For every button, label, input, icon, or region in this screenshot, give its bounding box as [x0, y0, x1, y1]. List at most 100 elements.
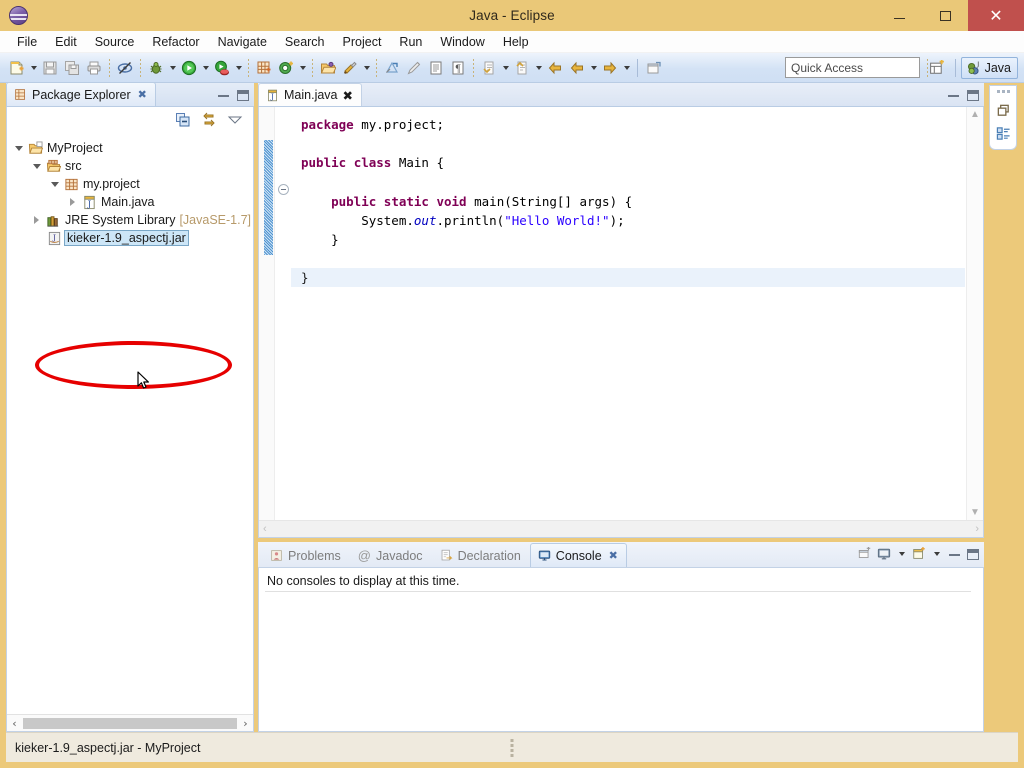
- external-tools-dropdown-arrow[interactable]: [361, 57, 372, 79]
- source-code[interactable]: package my.project; public class Main { …: [291, 107, 983, 537]
- tab-console[interactable]: Console ✖: [529, 543, 627, 567]
- new-class-dropdown-arrow[interactable]: [297, 57, 308, 79]
- status-bar-grip[interactable]: [510, 738, 514, 757]
- scroll-thumb[interactable]: [23, 717, 237, 729]
- menu-item-run[interactable]: Run: [390, 33, 431, 51]
- close-icon[interactable]: ✖: [609, 549, 618, 562]
- fast-view-grip[interactable]: [996, 90, 1010, 93]
- open-console-icon[interactable]: [858, 547, 872, 561]
- arrow-right-icon[interactable]: [599, 57, 621, 79]
- restore-icon[interactable]: [996, 103, 1011, 118]
- scroll-left-arrow-icon[interactable]: ‹: [7, 717, 22, 730]
- new-dropdown-arrow[interactable]: [28, 57, 39, 79]
- pilcrow-icon[interactable]: ¶: [447, 57, 469, 79]
- maximize-button[interactable]: [922, 0, 968, 31]
- console-body[interactable]: No consoles to display at this time.: [258, 568, 984, 732]
- new-file-icon[interactable]: [6, 57, 28, 79]
- tree-item-main-java[interactable]: J Main.java: [7, 193, 253, 211]
- open-perspective-icon[interactable]: [926, 57, 950, 79]
- new-package-icon[interactable]: [253, 57, 275, 79]
- open-folder-icon[interactable]: [317, 57, 339, 79]
- menu-item-edit[interactable]: Edit: [46, 33, 86, 51]
- scroll-right-arrow-icon[interactable]: ›: [238, 717, 253, 730]
- save-all-icon[interactable]: [61, 57, 83, 79]
- twisty-open-icon[interactable]: [49, 179, 60, 190]
- twisty-closed-icon[interactable]: [67, 197, 78, 208]
- twisty-open-icon[interactable]: [13, 143, 24, 154]
- editor-folding-column[interactable]: [275, 107, 291, 537]
- minimize-console-button[interactable]: [947, 547, 961, 561]
- menu-item-source[interactable]: Source: [86, 33, 144, 51]
- pin-editor-icon[interactable]: [643, 57, 665, 79]
- editor-horizontal-scrollbar[interactable]: ‹ ›: [259, 520, 983, 537]
- outline-view-icon[interactable]: [996, 126, 1011, 141]
- tree-item-kieker-jar[interactable]: J kieker-1.9_aspectj.jar: [7, 229, 253, 247]
- previous-annotation-icon[interactable]: [511, 57, 533, 79]
- minimize-editor-button[interactable]: [946, 88, 960, 102]
- tree-item-my-project[interactable]: my.project: [7, 175, 253, 193]
- twisty-open-icon[interactable]: [31, 161, 42, 172]
- menu-item-project[interactable]: Project: [334, 33, 391, 51]
- display-selected-console-icon[interactable]: [877, 547, 891, 561]
- scroll-right-arrow-icon[interactable]: ›: [975, 523, 979, 535]
- debug-bug-icon[interactable]: [145, 57, 167, 79]
- maximize-console-button[interactable]: [966, 547, 980, 561]
- tab-javadoc[interactable]: @ Javadoc: [350, 543, 432, 567]
- run-dropdown-arrow[interactable]: [200, 57, 211, 79]
- close-icon[interactable]: ✖: [138, 88, 147, 101]
- collapse-fold-icon[interactable]: [278, 184, 289, 195]
- scroll-up-arrow-icon[interactable]: ▲: [970, 109, 980, 120]
- close-button[interactable]: ✕: [968, 0, 1024, 31]
- quick-access-input[interactable]: Quick Access: [785, 57, 920, 78]
- perspective-java-button[interactable]: J Java: [960, 57, 1018, 79]
- arrow-left-icon[interactable]: [544, 57, 566, 79]
- minimize-view-button[interactable]: [216, 88, 230, 102]
- maximize-editor-button[interactable]: [966, 88, 980, 102]
- editor-vertical-scrollbar[interactable]: ▲ ▼: [966, 107, 983, 520]
- coverage-icon[interactable]: [211, 57, 233, 79]
- mark-occurrences-icon[interactable]: [114, 57, 136, 79]
- search-icon[interactable]: [381, 57, 403, 79]
- menu-item-window[interactable]: Window: [431, 33, 493, 51]
- collapse-all-icon[interactable]: [175, 112, 191, 128]
- twisty-closed-icon[interactable]: [31, 215, 42, 226]
- next-annotation-dropdown-arrow[interactable]: [500, 57, 511, 79]
- pencil-icon[interactable]: [403, 57, 425, 79]
- new-console-dropdown-arrow[interactable]: [931, 547, 942, 561]
- menu-item-navigate[interactable]: Navigate: [209, 33, 276, 51]
- menu-item-search[interactable]: Search: [276, 33, 334, 51]
- editor-vertical-ruler[interactable]: [259, 107, 275, 537]
- menu-item-refactor[interactable]: Refactor: [143, 33, 208, 51]
- next-annotation-icon[interactable]: [478, 57, 500, 79]
- tree-item-jre-system-library[interactable]: JRE System Library [JavaSE-1.7]: [7, 211, 253, 229]
- menu-item-help[interactable]: Help: [494, 33, 538, 51]
- package-explorer-horizontal-scrollbar[interactable]: ‹ ›: [7, 714, 253, 731]
- save-icon[interactable]: [39, 57, 61, 79]
- whitespace-icon[interactable]: [425, 57, 447, 79]
- back-dropdown-arrow[interactable]: [588, 57, 599, 79]
- forward-dropdown-arrow[interactable]: [621, 57, 632, 79]
- close-icon[interactable]: ✖: [343, 88, 353, 103]
- new-console-view-icon[interactable]: [912, 547, 926, 561]
- view-menu-icon[interactable]: [227, 115, 243, 125]
- tab-package-explorer[interactable]: Package Explorer ✖: [6, 82, 156, 106]
- arrow-left-icon[interactable]: [566, 57, 588, 79]
- coverage-dropdown-arrow[interactable]: [233, 57, 244, 79]
- link-with-editor-icon[interactable]: [201, 112, 217, 128]
- scroll-down-arrow-icon[interactable]: ▼: [970, 507, 980, 518]
- print-icon[interactable]: [83, 57, 105, 79]
- debug-dropdown-arrow[interactable]: [167, 57, 178, 79]
- external-tools-icon[interactable]: [339, 57, 361, 79]
- tree-item-myproject[interactable]: MyProject: [7, 139, 253, 157]
- scroll-left-arrow-icon[interactable]: ‹: [263, 523, 267, 535]
- run-green-play-icon[interactable]: [178, 57, 200, 79]
- minimize-button[interactable]: [876, 0, 922, 31]
- tab-main-java[interactable]: J Main.java ✖: [258, 83, 362, 106]
- previous-annotation-dropdown-arrow[interactable]: [533, 57, 544, 79]
- tab-declaration[interactable]: Declaration: [432, 543, 530, 567]
- display-console-dropdown-arrow[interactable]: [896, 547, 907, 561]
- tree-item-src[interactable]: src: [7, 157, 253, 175]
- new-class-icon[interactable]: [275, 57, 297, 79]
- maximize-view-button[interactable]: [236, 88, 250, 102]
- tab-problems[interactable]: Problems: [262, 543, 350, 567]
